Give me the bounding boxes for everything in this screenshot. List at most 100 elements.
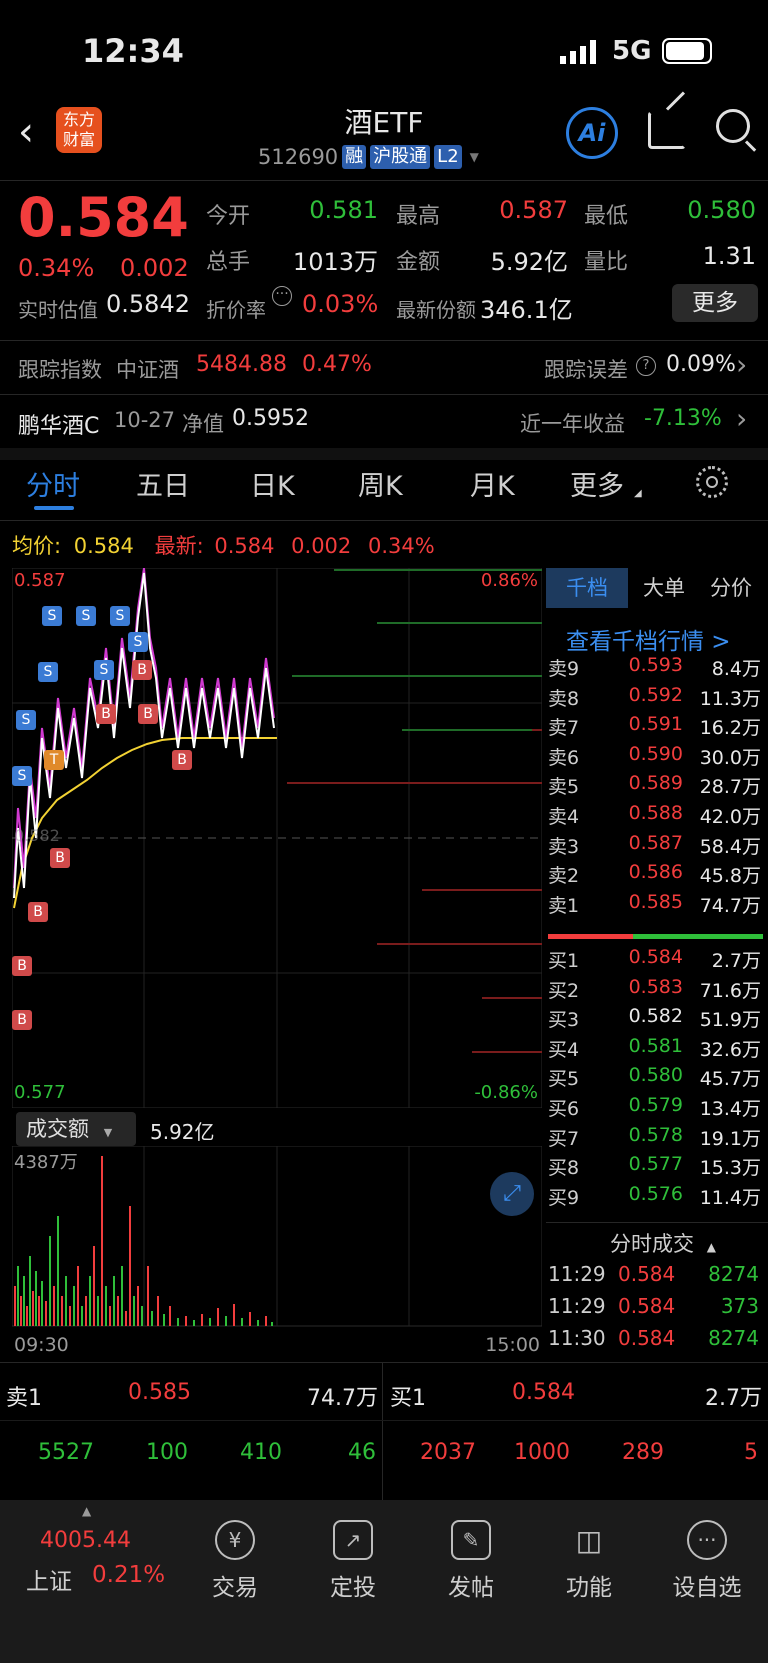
ticks-header[interactable]: 分时成交 ▲ — [610, 1228, 716, 1258]
ask-volume: 74.7万 — [699, 894, 761, 917]
book-tab-large[interactable]: 大单 — [632, 568, 696, 608]
est-label: 实时估值 — [18, 298, 98, 322]
tab-more-caret-icon: ◢ — [634, 488, 642, 499]
help-icon[interactable]: ? — [636, 356, 656, 376]
ai-button[interactable]: Ai — [566, 107, 618, 159]
tick-time: 11:30 — [548, 1326, 606, 1350]
expand-icon[interactable]: ⤢ — [490, 1172, 534, 1216]
nav-post[interactable]: ✎ 发帖 — [416, 1520, 526, 1602]
bid-level-label: 买9 — [548, 1186, 580, 1209]
marker-b: B — [50, 848, 70, 868]
more-dots-icon: ··· — [687, 1520, 727, 1560]
shares-label: 最新份额 — [396, 298, 476, 322]
book-tab-price[interactable]: 分价 — [698, 568, 764, 608]
amount-value: 5.92亿 — [490, 248, 568, 276]
ask-volume: 16.2万 — [699, 717, 761, 740]
bid-row[interactable]: 买2 0.583 71.6万 — [548, 976, 763, 1005]
low-value: 0.580 — [687, 196, 756, 224]
caret-up-icon: ▲ — [706, 1240, 716, 1254]
avg-value: 0.584 — [73, 534, 134, 558]
nav-trade[interactable]: ¥ 交易 — [180, 1520, 290, 1602]
tab-intraday[interactable]: 分时 — [26, 464, 80, 503]
ask-level-label: 卖3 — [548, 835, 580, 858]
chevron-down-icon[interactable]: ▼ — [470, 150, 479, 164]
nav-invest[interactable]: ↗ 定投 — [298, 1520, 408, 1602]
caret-up-icon: ▲ — [82, 1504, 92, 1518]
nav-functions[interactable]: ◫ 功能 — [534, 1520, 644, 1602]
tab-five-day[interactable]: 五日 — [136, 464, 190, 503]
marker-b: B — [132, 660, 152, 680]
bid-row[interactable]: 买6 0.579 13.4万 — [548, 1094, 763, 1123]
ask-volume: 30.0万 — [699, 746, 761, 769]
ask-level-label: 卖1 — [548, 894, 580, 917]
bid-row[interactable]: 买3 0.582 51.9万 — [548, 1005, 763, 1034]
more-button[interactable]: 更多 — [672, 284, 758, 322]
bid-row[interactable]: 买4 0.581 32.6万 — [548, 1035, 763, 1064]
ask-level-label: 卖6 — [548, 746, 580, 769]
bid-price: 0.582 — [628, 1005, 683, 1028]
l2-ask-order: 410 — [240, 1440, 282, 1465]
bid-row[interactable]: 买9 0.576 11.4万 — [548, 1183, 763, 1212]
tab-more[interactable]: 更多 — [570, 464, 624, 503]
nav-invest-label: 定投 — [330, 1575, 376, 1601]
tracking-row[interactable]: 跟踪指数 中证酒 5484.88 0.47% 跟踪误差 ? 0.09% › — [0, 340, 768, 394]
axis-bottom-price: 0.577 — [14, 1082, 66, 1103]
premium-value: 0.03% — [302, 290, 379, 318]
ask-row[interactable]: 卖8 0.592 11.3万 — [548, 684, 763, 713]
marker-s: S — [42, 606, 62, 626]
settings-gear-icon[interactable] — [696, 466, 728, 498]
l2-bid-price: 0.584 — [512, 1380, 575, 1405]
tab-weekly-k[interactable]: 周K — [358, 464, 403, 503]
bid-price: 0.578 — [628, 1123, 683, 1146]
book-link[interactable]: 查看千档行情 > — [566, 622, 731, 656]
nav-trade-label: 交易 — [212, 1575, 258, 1601]
ask-row[interactable]: 卖7 0.591 16.2万 — [548, 713, 763, 742]
book-tab-levels[interactable]: 千档 — [546, 568, 628, 608]
status-bar: 12:34 5G — [0, 0, 768, 95]
l2-ask-label: 卖1 — [6, 1386, 42, 1411]
bid-price: 0.580 — [628, 1064, 683, 1087]
ask-row[interactable]: 卖5 0.589 28.7万 — [548, 772, 763, 801]
l2-ask-order: 5527 — [38, 1440, 94, 1465]
info-dots-icon[interactable]: ··· — [272, 286, 292, 306]
bid-volume: 15.3万 — [699, 1157, 761, 1180]
ask-row[interactable]: 卖3 0.587 58.4万 — [548, 832, 763, 861]
ask-row[interactable]: 卖4 0.588 42.0万 — [548, 802, 763, 831]
tab-daily-k[interactable]: 日K — [250, 464, 295, 503]
tracking-error-value: 0.09% — [666, 352, 736, 377]
bid-row[interactable]: 买8 0.577 15.3万 — [548, 1153, 763, 1182]
chevron-down-icon: ▼ — [103, 1126, 113, 1139]
index-ticker[interactable]: ▲ 4005.44 上证 0.21% — [20, 1504, 170, 1604]
ask-row[interactable]: 卖9 0.593 8.4万 — [548, 654, 763, 683]
ask-price: 0.590 — [628, 742, 683, 765]
bid-price: 0.581 — [628, 1034, 683, 1057]
bid-row[interactable]: 买5 0.580 45.7万 — [548, 1064, 763, 1093]
bid-price: 0.583 — [628, 975, 683, 998]
l2-bid-order: 2037 — [420, 1440, 476, 1465]
share-icon[interactable] — [648, 91, 686, 149]
intraday-chart[interactable]: S S S S S S S S B B B B T B B B B 0.587 … — [12, 568, 542, 1108]
ask-row[interactable]: 卖6 0.590 30.0万 — [548, 743, 763, 772]
amount-label: 金额 — [396, 250, 441, 275]
tab-monthly-k[interactable]: 月K — [470, 464, 515, 503]
marker-s: S — [128, 632, 148, 652]
bid-row[interactable]: 买1 0.584 2.7万 — [548, 946, 763, 975]
fund-row[interactable]: 鹏华酒C 10-27 净值 0.5952 近一年收益 -7.13% › — [0, 394, 768, 448]
edit-icon: ✎ — [451, 1520, 491, 1560]
network-label: 5G — [612, 36, 652, 66]
ticks-header-label: 分时成交 — [610, 1232, 694, 1256]
tracking-error-label: 跟踪误差 — [544, 358, 628, 382]
volume-selector[interactable]: 成交额 ▼ — [16, 1112, 136, 1146]
axis-mid-price: 0.582 — [14, 826, 60, 845]
bid-level-label: 买7 — [548, 1127, 580, 1150]
ask-price: 0.592 — [628, 683, 683, 706]
bid-row[interactable]: 买7 0.578 19.1万 — [548, 1124, 763, 1153]
ask-price: 0.586 — [628, 861, 683, 884]
ask-row[interactable]: 卖2 0.586 45.8万 — [548, 861, 763, 890]
nav-watchlist[interactable]: ··· 设自选 — [652, 1520, 762, 1602]
volume-label: 总手 — [206, 250, 251, 275]
nav-functions-label: 功能 — [566, 1575, 612, 1601]
ask-row[interactable]: 卖1 0.585 74.7万 — [548, 891, 763, 920]
bid-volume: 2.7万 — [711, 950, 761, 972]
search-icon[interactable] — [716, 109, 757, 152]
